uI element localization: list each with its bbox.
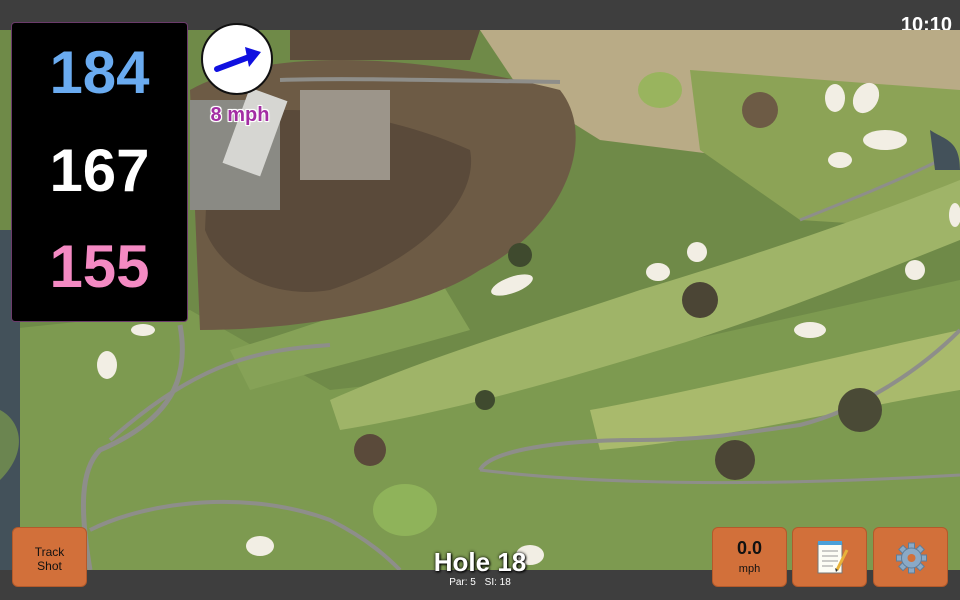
middle-distance: 167 [49, 137, 150, 204]
wind-indicator [201, 23, 273, 95]
speed-value: 0.0 [736, 538, 763, 558]
notes-button[interactable] [792, 527, 867, 587]
notepad-icon [817, 541, 849, 574]
par-label: Par: 5 [449, 577, 476, 588]
front-distance: 155 [49, 233, 150, 300]
track-shot-label-1: Track [34, 545, 65, 559]
settings-button[interactable] [873, 527, 948, 587]
hole-title: Hole 18 [433, 547, 527, 577]
speed-button[interactable]: 0.0 mph [712, 527, 787, 587]
track-shot-button[interactable]: Track Shot [12, 527, 87, 587]
wind-speed: 8 mph [210, 104, 270, 126]
distance-panel: 184 167 155 [11, 22, 188, 322]
stroke-index-label: SI: 18 [484, 577, 511, 588]
wind-arrow-icon [214, 47, 261, 72]
track-shot-label-2: Shot [37, 559, 62, 573]
back-distance: 184 [49, 39, 150, 106]
speed-unit: mph [738, 563, 761, 575]
gear-icon [896, 542, 927, 574]
hole-info: Par: 5 SI: 18 [400, 577, 560, 588]
